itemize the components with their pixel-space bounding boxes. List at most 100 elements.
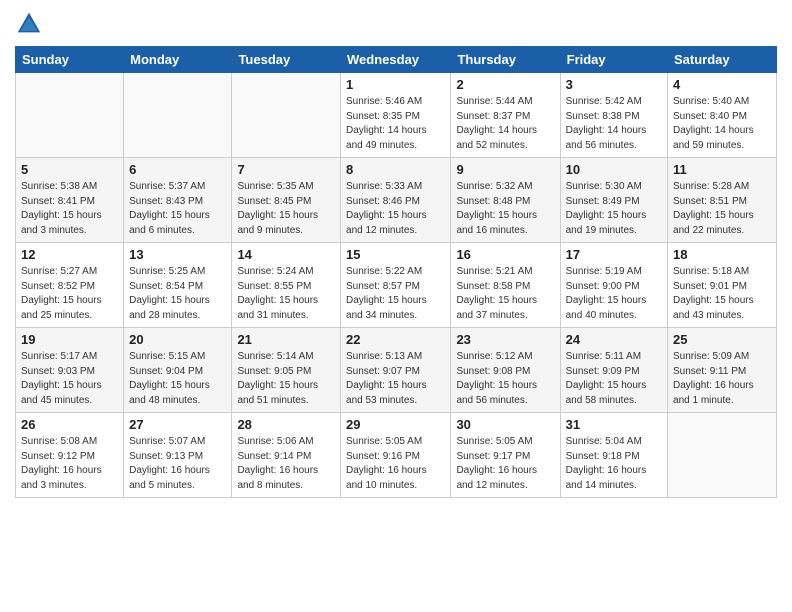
calendar-cell: 9 Sunrise: 5:32 AMSunset: 8:48 PMDaylight…	[451, 158, 560, 243]
day-number: 27	[129, 417, 226, 432]
day-info: Sunrise: 5:24 AMSunset: 8:55 PMDaylight:…	[237, 265, 335, 323]
day-number: 26	[21, 417, 118, 432]
weekday-header-sunday: Sunday	[16, 47, 124, 73]
logo-icon	[15, 10, 43, 38]
calendar-cell: 5Sunrise: 5:38 AMSunset: 8:41 PMDaylight…	[16, 158, 124, 243]
calendar-cell: 6 Sunrise: 5:37 AMSunset: 8:43 PMDaylight…	[124, 158, 232, 243]
day-info: Sunrise: 5:13 AMSunset: 9:07 PMDaylight:…	[346, 350, 445, 408]
day-info: Sunrise: 5:37 AMSunset: 8:43 PMDaylight:…	[129, 180, 226, 238]
calendar-cell: 28 Sunrise: 5:06 AMSunset: 9:14 PMDayligh…	[232, 413, 341, 498]
calendar-cell: 29 Sunrise: 5:05 AMSunset: 9:16 PMDayligh…	[341, 413, 451, 498]
calendar-cell	[232, 73, 341, 158]
day-info: Sunrise: 5:25 AMSunset: 8:54 PMDaylight:…	[129, 265, 226, 323]
calendar-cell: 16 Sunrise: 5:21 AMSunset: 8:58 PMDayligh…	[451, 243, 560, 328]
day-number: 1	[346, 77, 445, 92]
day-number: 14	[237, 247, 335, 262]
day-number: 12	[21, 247, 118, 262]
day-number: 11	[673, 162, 771, 177]
day-info: Sunrise: 5:27 AMSunset: 8:52 PMDaylight:…	[21, 265, 118, 323]
day-number: 16	[456, 247, 554, 262]
day-number: 21	[237, 332, 335, 347]
day-info: Sunrise: 5:09 AMSunset: 9:11 PMDaylight:…	[673, 350, 771, 408]
day-info: Sunrise: 5:30 AMSunset: 8:49 PMDaylight:…	[566, 180, 662, 238]
calendar-cell: 24 Sunrise: 5:11 AMSunset: 9:09 PMDayligh…	[560, 328, 667, 413]
calendar-cell	[16, 73, 124, 158]
calendar-cell: 12 Sunrise: 5:27 AMSunset: 8:52 PMDayligh…	[16, 243, 124, 328]
weekday-header-tuesday: Tuesday	[232, 47, 341, 73]
weekday-header-friday: Friday	[560, 47, 667, 73]
day-number: 22	[346, 332, 445, 347]
day-info: Sunrise: 5:22 AMSunset: 8:57 PMDaylight:…	[346, 265, 445, 323]
calendar-cell: 15 Sunrise: 5:22 AMSunset: 8:57 PMDayligh…	[341, 243, 451, 328]
day-number: 31	[566, 417, 662, 432]
calendar-cell: 11Sunrise: 5:28 AMSunset: 8:51 PMDayligh…	[668, 158, 777, 243]
logo	[15, 10, 47, 38]
day-number: 18	[673, 247, 771, 262]
calendar-cell: 4 Sunrise: 5:40 AMSunset: 8:40 PMDaylight…	[668, 73, 777, 158]
calendar-cell: 26 Sunrise: 5:08 AMSunset: 9:12 PMDayligh…	[16, 413, 124, 498]
calendar-cell: 31 Sunrise: 5:04 AMSunset: 9:18 PMDayligh…	[560, 413, 667, 498]
day-info: Sunrise: 5:21 AMSunset: 8:58 PMDaylight:…	[456, 265, 554, 323]
weekday-header-monday: Monday	[124, 47, 232, 73]
calendar-cell: 25 Sunrise: 5:09 AMSunset: 9:11 PMDayligh…	[668, 328, 777, 413]
day-number: 3	[566, 77, 662, 92]
day-info: Sunrise: 5:15 AMSunset: 9:04 PMDaylight:…	[129, 350, 226, 408]
day-info: Sunrise: 5:05 AMSunset: 9:16 PMDaylight:…	[346, 435, 445, 493]
day-number: 30	[456, 417, 554, 432]
day-info: Sunrise: 5:35 AMSunset: 8:45 PMDaylight:…	[237, 180, 335, 238]
day-number: 24	[566, 332, 662, 347]
day-info: Sunrise: 5:44 AMSunset: 8:37 PMDaylight:…	[456, 95, 554, 153]
calendar-cell	[124, 73, 232, 158]
day-info: Sunrise: 5:42 AMSunset: 8:38 PMDaylight:…	[566, 95, 662, 153]
calendar-cell: 10 Sunrise: 5:30 AMSunset: 8:49 PMDayligh…	[560, 158, 667, 243]
day-number: 15	[346, 247, 445, 262]
day-info: Sunrise: 5:12 AMSunset: 9:08 PMDaylight:…	[456, 350, 554, 408]
page-header	[15, 10, 777, 38]
calendar-table: SundayMondayTuesdayWednesdayThursdayFrid…	[15, 46, 777, 498]
day-number: 28	[237, 417, 335, 432]
calendar-cell: 13 Sunrise: 5:25 AMSunset: 8:54 PMDayligh…	[124, 243, 232, 328]
day-info: Sunrise: 5:11 AMSunset: 9:09 PMDaylight:…	[566, 350, 662, 408]
day-number: 19	[21, 332, 118, 347]
calendar-cell: 27 Sunrise: 5:07 AMSunset: 9:13 PMDayligh…	[124, 413, 232, 498]
day-number: 9	[456, 162, 554, 177]
day-number: 17	[566, 247, 662, 262]
day-info: Sunrise: 5:18 AMSunset: 9:01 PMDaylight:…	[673, 265, 771, 323]
day-number: 23	[456, 332, 554, 347]
calendar-cell: 22 Sunrise: 5:13 AMSunset: 9:07 PMDayligh…	[341, 328, 451, 413]
calendar-cell: 18 Sunrise: 5:18 AMSunset: 9:01 PMDayligh…	[668, 243, 777, 328]
weekday-header-saturday: Saturday	[668, 47, 777, 73]
day-info: Sunrise: 5:06 AMSunset: 9:14 PMDaylight:…	[237, 435, 335, 493]
calendar-header-row: SundayMondayTuesdayWednesdayThursdayFrid…	[16, 47, 777, 73]
day-number: 2	[456, 77, 554, 92]
calendar-cell: 2 Sunrise: 5:44 AMSunset: 8:37 PMDaylight…	[451, 73, 560, 158]
calendar-week-row: 19Sunrise: 5:17 AMSunset: 9:03 PMDayligh…	[16, 328, 777, 413]
day-number: 10	[566, 162, 662, 177]
day-number: 25	[673, 332, 771, 347]
calendar-cell: 21 Sunrise: 5:14 AMSunset: 9:05 PMDayligh…	[232, 328, 341, 413]
calendar-cell: 17Sunrise: 5:19 AMSunset: 9:00 PMDayligh…	[560, 243, 667, 328]
day-info: Sunrise: 5:14 AMSunset: 9:05 PMDaylight:…	[237, 350, 335, 408]
day-number: 13	[129, 247, 226, 262]
calendar-week-row: 26 Sunrise: 5:08 AMSunset: 9:12 PMDayligh…	[16, 413, 777, 498]
calendar-week-row: 1Sunrise: 5:46 AMSunset: 8:35 PMDaylight…	[16, 73, 777, 158]
day-number: 20	[129, 332, 226, 347]
calendar-cell: 23 Sunrise: 5:12 AMSunset: 9:08 PMDayligh…	[451, 328, 560, 413]
day-number: 29	[346, 417, 445, 432]
calendar-cell: 7 Sunrise: 5:35 AMSunset: 8:45 PMDaylight…	[232, 158, 341, 243]
day-number: 4	[673, 77, 771, 92]
calendar-cell: 3 Sunrise: 5:42 AMSunset: 8:38 PMDaylight…	[560, 73, 667, 158]
calendar-cell: 20 Sunrise: 5:15 AMSunset: 9:04 PMDayligh…	[124, 328, 232, 413]
day-info: Sunrise: 5:08 AMSunset: 9:12 PMDaylight:…	[21, 435, 118, 493]
day-info: Sunrise: 5:33 AMSunset: 8:46 PMDaylight:…	[346, 180, 445, 238]
day-number: 6	[129, 162, 226, 177]
calendar-cell: 8Sunrise: 5:33 AMSunset: 8:46 PMDaylight…	[341, 158, 451, 243]
day-info: Sunrise: 5:04 AMSunset: 9:18 PMDaylight:…	[566, 435, 662, 493]
day-info: Sunrise: 5:07 AMSunset: 9:13 PMDaylight:…	[129, 435, 226, 493]
weekday-header-thursday: Thursday	[451, 47, 560, 73]
calendar-cell: 1Sunrise: 5:46 AMSunset: 8:35 PMDaylight…	[341, 73, 451, 158]
day-number: 7	[237, 162, 335, 177]
day-info: Sunrise: 5:38 AMSunset: 8:41 PMDaylight:…	[21, 180, 118, 238]
day-info: Sunrise: 5:40 AMSunset: 8:40 PMDaylight:…	[673, 95, 771, 153]
day-info: Sunrise: 5:32 AMSunset: 8:48 PMDaylight:…	[456, 180, 554, 238]
